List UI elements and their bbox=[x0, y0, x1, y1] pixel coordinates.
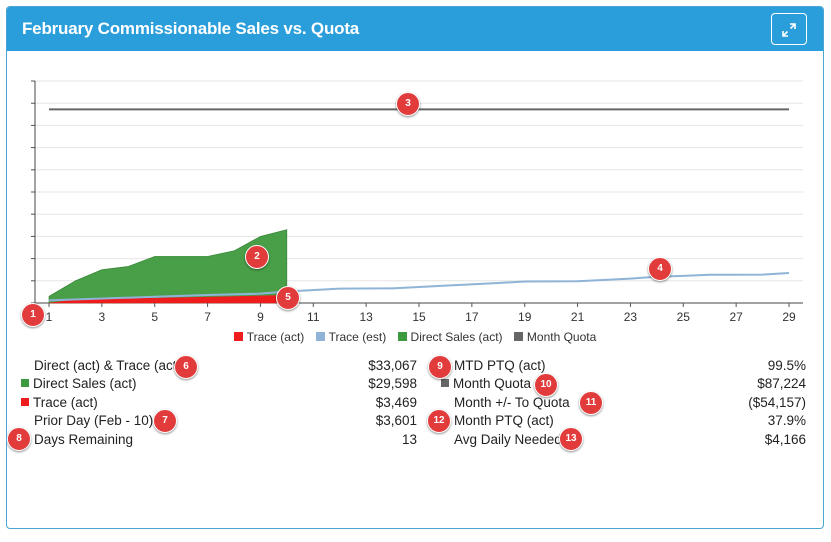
x-tick-label: 13 bbox=[359, 310, 373, 324]
annotation-badge: 1 bbox=[21, 303, 45, 327]
stat-value: $4,166 bbox=[764, 431, 806, 447]
stat-value: $29,598 bbox=[368, 376, 417, 392]
trace-act-swatch bbox=[21, 397, 29, 406]
annotation-badge: 11 bbox=[579, 391, 603, 415]
stat-row-prior-day: Prior Day (Feb - 10) $3,601 bbox=[21, 412, 417, 430]
x-tick-label: 11 bbox=[307, 310, 320, 324]
stat-label: Days Remaining bbox=[34, 431, 134, 447]
stat-value: 13 bbox=[401, 431, 417, 447]
legend-label: Month Quota bbox=[526, 330, 597, 344]
legend-label: Trace (act) bbox=[246, 330, 305, 344]
stat-label: Prior Day (Feb - 10) bbox=[34, 413, 154, 429]
stat-row-trace-act: Trace (act) $3,469 bbox=[21, 394, 417, 412]
legend-label: Trace (est) bbox=[328, 330, 387, 344]
annotation-badge: 4 bbox=[648, 257, 672, 281]
stat-value: $3,469 bbox=[375, 394, 417, 410]
stat-row-avg-daily: Avg Daily Needed $4,166 bbox=[441, 431, 806, 449]
legend-swatch bbox=[315, 332, 325, 341]
legend-swatch bbox=[233, 332, 243, 341]
x-tick-label: 19 bbox=[518, 310, 532, 324]
stat-label: Avg Daily Needed bbox=[454, 431, 562, 447]
panel-header: February Commissionable Sales vs. Quota bbox=[7, 7, 823, 51]
annotation-badge: 9 bbox=[428, 355, 452, 379]
legend-label: Direct Sales (act) bbox=[410, 330, 503, 344]
stat-row-days-remaining: Days Remaining 13 bbox=[21, 431, 417, 449]
stat-label: Month Quota bbox=[453, 376, 532, 392]
stat-label-wrap: Trace (act) bbox=[21, 394, 98, 412]
stat-value: 37.9% bbox=[767, 413, 806, 429]
annotation-badge: 8 bbox=[7, 427, 31, 451]
stats-left: Direct (act) & Trace (act) $33,067 Direc… bbox=[21, 357, 417, 449]
legend-item-month-quota[interactable]: Month Quota bbox=[513, 330, 597, 344]
x-tick-label: 9 bbox=[257, 310, 264, 324]
stat-label: Month PTQ (act) bbox=[454, 413, 554, 429]
x-tick-label: 3 bbox=[99, 310, 106, 324]
expand-arrows-icon bbox=[782, 23, 796, 37]
legend-swatch bbox=[513, 332, 523, 341]
stat-row-month-quota: Month Quota $87,224 bbox=[441, 375, 806, 393]
stat-row-month-to-quota: Month +/- To Quota ($54,157) bbox=[441, 394, 806, 412]
x-tick-label: 7 bbox=[204, 310, 211, 324]
panel-title: February Commissionable Sales vs. Quota bbox=[22, 19, 360, 38]
stat-value: $87,224 bbox=[757, 376, 806, 392]
legend-item-trace-est[interactable]: Trace (est) bbox=[315, 330, 387, 344]
x-tick-label: 1 bbox=[46, 310, 53, 324]
annotation-badge: 10 bbox=[534, 373, 558, 397]
x-tick-label: 21 bbox=[571, 310, 585, 324]
stat-value: ($54,157) bbox=[748, 394, 806, 410]
annotation-badge: 13 bbox=[559, 427, 583, 451]
stat-label: Direct (act) & Trace (act) bbox=[34, 358, 182, 373]
month-quota-swatch bbox=[441, 379, 449, 388]
stat-row-mtd-ptq: MTD PTQ (act) 99.5% bbox=[441, 357, 806, 375]
legend-item-direct-sales[interactable]: Direct Sales (act) bbox=[397, 330, 503, 344]
x-tick-label: 5 bbox=[151, 310, 158, 324]
stat-label: Month +/- To Quota bbox=[454, 394, 570, 410]
annotation-badge: 7 bbox=[153, 409, 177, 433]
stat-row-direct-trace: Direct (act) & Trace (act) $33,067 bbox=[21, 357, 417, 375]
x-tick-label: 27 bbox=[729, 310, 743, 324]
annotation-badge: 3 bbox=[396, 92, 420, 116]
sales-quota-panel: February Commissionable Sales vs. Quota … bbox=[6, 6, 824, 529]
x-tick-label: 23 bbox=[624, 310, 638, 324]
stat-value: $33,067 bbox=[368, 358, 417, 373]
x-tick-label: 29 bbox=[782, 310, 796, 324]
chart-legend: Trace (act) Trace (est) Direct Sales (ac… bbox=[7, 330, 823, 344]
stat-row-direct-sales: Direct Sales (act) $29,598 bbox=[21, 375, 417, 393]
stat-label: Trace (act) bbox=[33, 394, 98, 410]
expand-button[interactable] bbox=[771, 13, 807, 45]
stat-value: 99.5% bbox=[767, 358, 806, 373]
stat-label: MTD PTQ (act) bbox=[454, 358, 546, 373]
annotation-badge: 6 bbox=[174, 355, 198, 379]
annotation-badge: 12 bbox=[427, 409, 451, 433]
stat-label: Direct Sales (act) bbox=[33, 376, 137, 392]
annotation-badge: 5 bbox=[276, 286, 300, 310]
stat-label-wrap: Month Quota bbox=[441, 375, 531, 393]
stats-right: MTD PTQ (act) 99.5% Month Quota $87,224 … bbox=[441, 357, 806, 449]
x-tick-label: 25 bbox=[677, 310, 691, 324]
stat-value: $3,601 bbox=[375, 413, 417, 429]
x-tick-label: 15 bbox=[412, 310, 426, 324]
legend-swatch bbox=[397, 332, 407, 341]
sales-chart: 1 3 5 7 9 11 13 15 17 19 21 23 25 27 29 bbox=[31, 80, 803, 324]
stat-label-wrap: Direct Sales (act) bbox=[21, 375, 137, 393]
x-tick-label: 17 bbox=[465, 310, 479, 324]
direct-sales-swatch bbox=[21, 379, 29, 388]
stat-row-month-ptq: Month PTQ (act) 37.9% bbox=[441, 412, 806, 430]
annotation-badge: 2 bbox=[245, 245, 269, 269]
legend-item-trace-act[interactable]: Trace (act) bbox=[233, 330, 305, 344]
